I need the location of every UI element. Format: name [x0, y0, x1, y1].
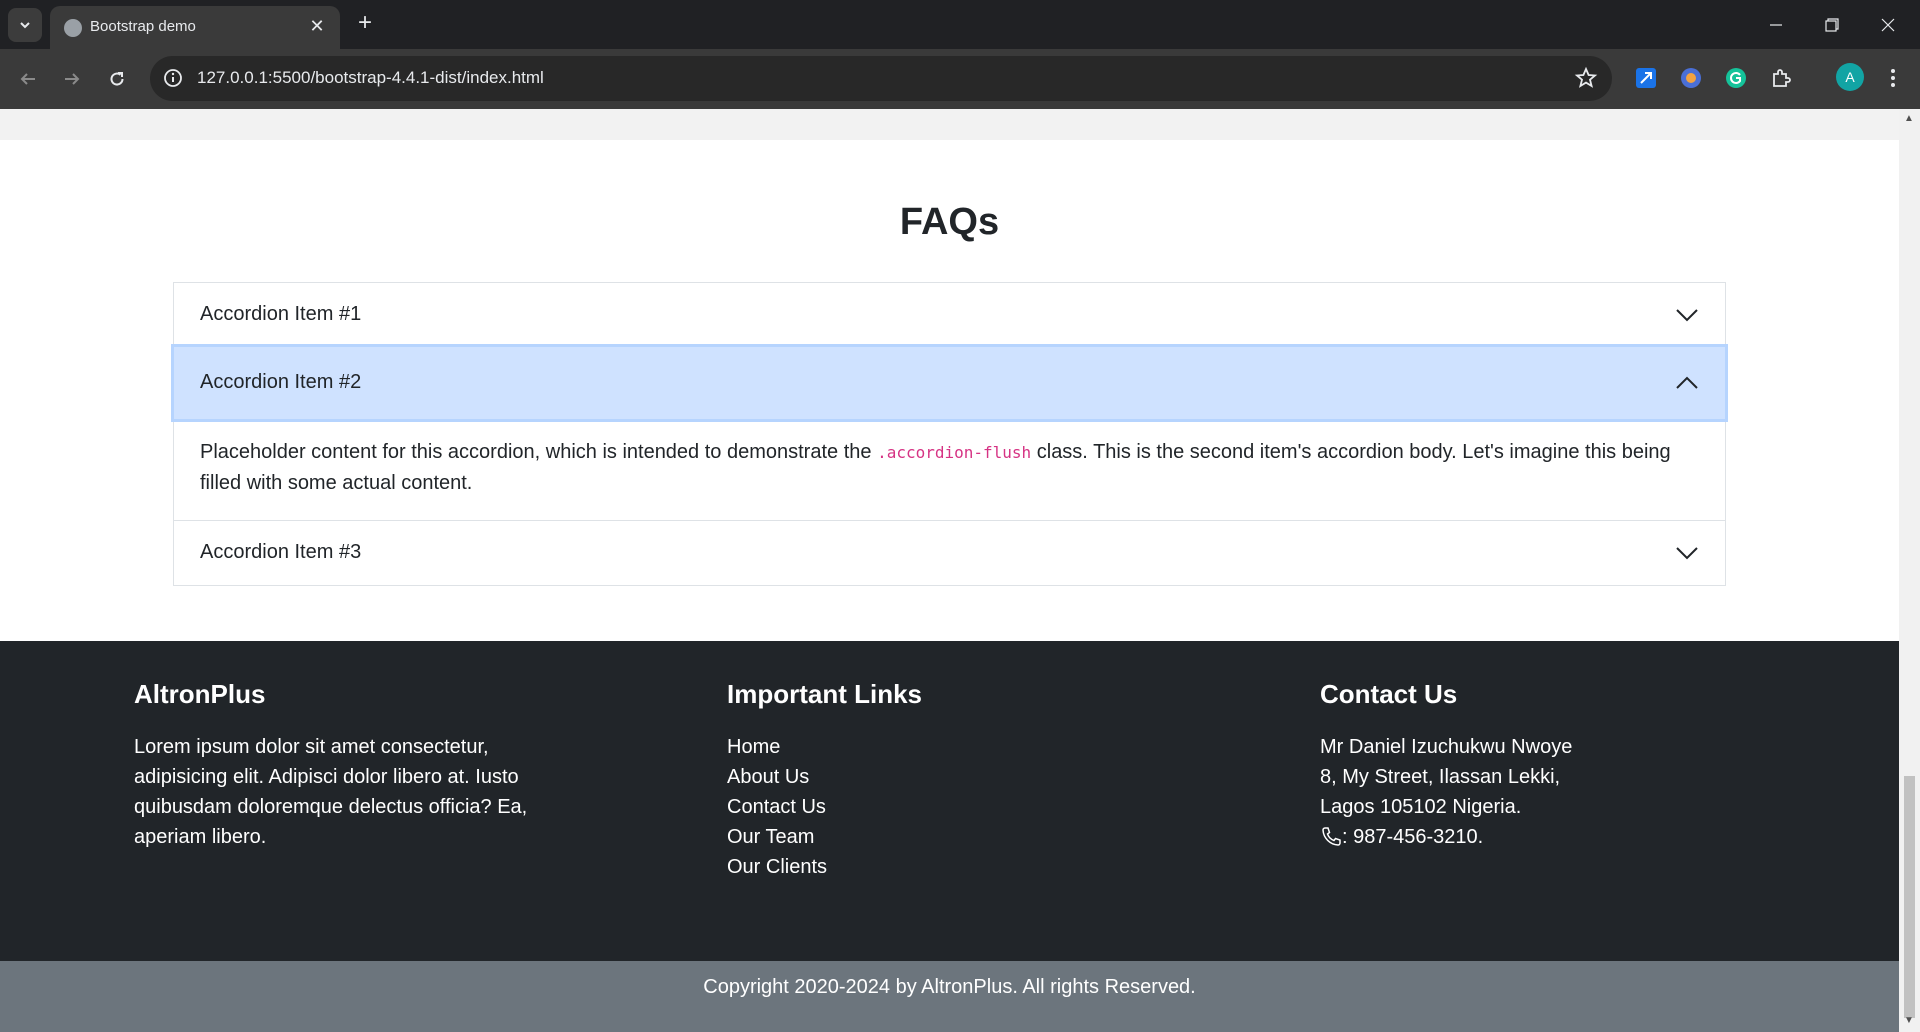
footer-brand-column: AltronPlus Lorem ipsum dolor sit amet co… [134, 679, 554, 852]
forward-button[interactable] [56, 63, 88, 95]
tab-search-button[interactable] [8, 8, 42, 42]
site-footer: AltronPlus Lorem ipsum dolor sit amet co… [0, 641, 1899, 961]
extension-expand-button[interactable] [1632, 64, 1660, 92]
close-icon [1881, 18, 1895, 31]
footer-links-title: Important Links [727, 679, 923, 709]
contact-address-line-1: 8, My Street, Ilassan Lekki, [1320, 766, 1561, 788]
scroll-up-arrow-icon[interactable]: ▲ [1904, 113, 1914, 124]
accordion-item-2-header[interactable]: Accordion Item #2 [174, 347, 1725, 419]
footer-link-home[interactable]: Home [727, 732, 1127, 762]
accordion-item-1-label: Accordion Item #1 [200, 303, 362, 325]
chevron-up-icon [1676, 376, 1698, 389]
back-button[interactable] [12, 63, 44, 95]
url-text[interactable]: 127.0.0.1:5500/bootstrap-4.4.1-dist/inde… [197, 68, 544, 88]
contact-name: Mr Daniel Izuchukwu Nwoye [1320, 736, 1573, 758]
expand-arrow-icon [1636, 68, 1656, 88]
browser-tab[interactable]: Bootstrap demo ✕ [50, 6, 340, 49]
accordion-item-2-label: Accordion Item #2 [200, 371, 362, 393]
footer-brand-text: Lorem ipsum dolor sit amet consectetur, … [134, 736, 528, 848]
footer-link-clients[interactable]: Our Clients [727, 852, 1127, 882]
extensions-button[interactable] [1767, 64, 1795, 92]
accordion-item-2-body: Placeholder content for this accordion, … [174, 419, 1725, 521]
extension-shield-button[interactable] [1677, 64, 1705, 92]
grammarly-button[interactable] [1722, 64, 1750, 92]
puzzle-icon [1773, 69, 1791, 87]
scrollbar-thumb[interactable] [1904, 776, 1915, 1018]
accordion-item-3-label: Accordion Item #3 [200, 541, 362, 563]
faq-accordion: Accordion Item #1 Accordion Item #2 Plac… [173, 282, 1726, 586]
footer-links-column: Important Links Home About Us Contact Us… [727, 679, 1127, 882]
page-viewport: FAQs Accordion Item #1 Accordion Item #2… [0, 109, 1920, 1032]
footer-contact-title: Contact Us [1320, 679, 1458, 709]
copyright-bar: Copyright 2020-2024 by AltronPlus. All r… [0, 961, 1899, 1032]
minimize-icon [1770, 23, 1782, 26]
new-tab-button[interactable]: + [352, 10, 378, 36]
contact-phone-number: : 987-456-3210. [1342, 826, 1484, 848]
profile-avatar[interactable]: A [1836, 63, 1864, 91]
menu-button[interactable] [1879, 64, 1907, 92]
close-window-button[interactable] [1860, 0, 1916, 49]
top-section-edge [0, 109, 1899, 140]
address-bar[interactable]: 127.0.0.1:5500/bootstrap-4.4.1-dist/inde… [150, 56, 1612, 101]
footer-link-team[interactable]: Our Team [727, 822, 1127, 852]
accordion-body-text-1: Placeholder content for this accordion, … [200, 441, 878, 463]
star-icon[interactable] [1574, 66, 1598, 90]
reload-icon [110, 72, 124, 86]
scroll-down-arrow-icon[interactable]: ▼ [1904, 1015, 1914, 1026]
shield-extension-icon [1681, 68, 1701, 88]
accordion-body-code: .accordion-flush [877, 443, 1032, 462]
contact-phone: : 987-456-3210. [1320, 822, 1740, 852]
footer-link-contact[interactable]: Contact Us [727, 792, 1127, 822]
tab-title: Bootstrap demo [90, 18, 196, 35]
reload-button[interactable] [101, 63, 133, 95]
faq-heading: FAQs [899, 201, 1000, 243]
arrow-left-icon [20, 73, 35, 85]
chevron-down-icon [20, 22, 30, 29]
close-tab-icon[interactable]: ✕ [306, 15, 328, 37]
contact-address-line-2: Lagos 105102 Nigeria. [1320, 796, 1522, 818]
footer-contact-column: Contact Us Mr Daniel Izuchukwu Nwoye 8, … [1320, 679, 1740, 852]
phone-icon [1322, 827, 1341, 846]
browser-toolbar: 127.0.0.1:5500/bootstrap-4.4.1-dist/inde… [0, 49, 1920, 109]
restore-icon [1825, 17, 1839, 32]
minimize-button[interactable] [1748, 0, 1804, 49]
accordion-item-1-header[interactable]: Accordion Item #1 [174, 283, 1725, 347]
accordion-item-3-header[interactable]: Accordion Item #3 [174, 521, 1725, 585]
chevron-down-icon [1676, 309, 1698, 322]
footer-link-about[interactable]: About Us [727, 762, 1127, 792]
arrow-right-icon [65, 73, 80, 85]
page-scrollbar[interactable]: ▲ ▼ [1899, 109, 1920, 1032]
info-icon[interactable] [162, 67, 184, 89]
footer-brand-title: AltronPlus [134, 679, 266, 709]
tab-strip: Bootstrap demo ✕ + [0, 0, 1920, 49]
grammarly-icon [1726, 68, 1746, 88]
globe-icon [64, 19, 82, 37]
kebab-menu-icon [1891, 69, 1895, 87]
restore-button[interactable] [1804, 0, 1860, 49]
chevron-down-icon [1676, 547, 1698, 560]
